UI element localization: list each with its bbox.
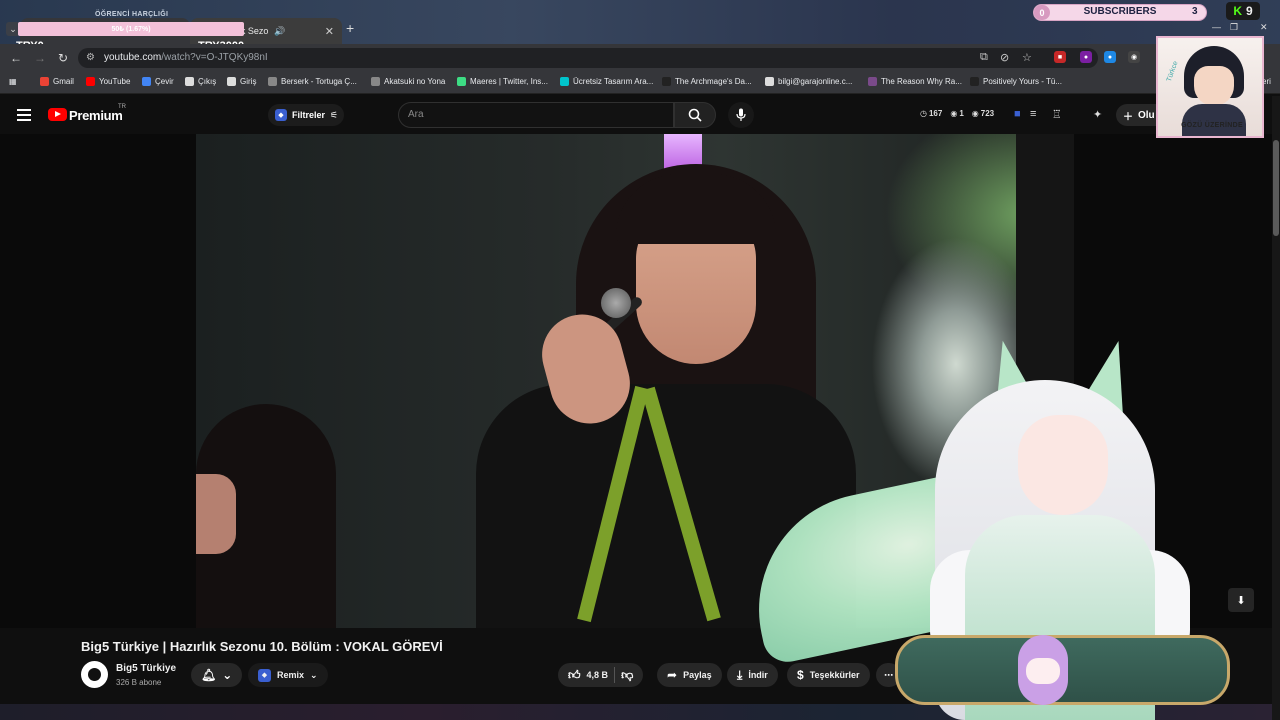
eye-icon: ◉ (950, 109, 958, 118)
extension-badge-icon: ◆ (258, 668, 271, 682)
bookmark-icon (970, 77, 979, 86)
like-count[interactable]: 4,8 B (587, 670, 609, 680)
youtube-logo-icon[interactable] (48, 108, 67, 121)
streamer-cam-overlay: Tūrkce GÖZÜ ÜZERİNDE (1156, 36, 1264, 138)
bookmark-icon (662, 77, 671, 86)
eye-icon: ◉ (971, 109, 979, 118)
apps-grid-icon[interactable]: ▦ (9, 77, 17, 86)
extension-icon[interactable]: ● (1080, 51, 1092, 63)
bookmark-archmage[interactable]: The Archmage's Da... (662, 77, 752, 86)
restore-icon[interactable]: ❐ (1230, 22, 1238, 33)
like-icon[interactable]: 👍︎ (568, 668, 581, 683)
cam-caption: GÖZÜ ÜZERİNDE (1181, 122, 1243, 129)
bookmark-icon (268, 77, 277, 86)
chevron-down-icon: ⌄ (222, 668, 233, 682)
eye-off-icon[interactable]: ⊘ (1000, 51, 1009, 64)
youtube-icon (86, 77, 95, 86)
forward-icon[interactable]: → (34, 51, 46, 65)
list-icon[interactable]: ≡ (1030, 108, 1036, 120)
extension-icon[interactable]: ◉ (1128, 51, 1140, 63)
bookmark-akatsuki[interactable]: Akatsuki no Yona (371, 77, 445, 86)
bookmark-reason-why[interactable]: The Reason Why Ra... (868, 77, 962, 86)
menu-icon[interactable] (17, 109, 31, 121)
bookmark-gmail[interactable]: Gmail (40, 77, 74, 86)
bookmark-icon (185, 77, 194, 86)
back-icon[interactable]: ← (10, 51, 22, 65)
search-button[interactable] (674, 102, 716, 128)
bookmark-youtube[interactable]: YouTube (86, 77, 130, 86)
filters-button[interactable]: ◆ Filtreler ⚟ (268, 104, 344, 126)
bookmark-maeres[interactable]: Maeres | Twitter, Ins... (457, 77, 548, 86)
cast-icon[interactable]: ⧉ (980, 51, 988, 64)
country-code: TR (118, 104, 126, 110)
channel-avatar[interactable] (81, 661, 108, 688)
bookmark-garajonline[interactable]: bilgi@garajonline.c... (765, 77, 852, 86)
cam-name: Tūrkce (1165, 60, 1180, 83)
minimize-icon[interactable]: — (1212, 22, 1221, 32)
translate-icon (142, 77, 151, 86)
plus-icon: ＋ (1123, 111, 1133, 123)
globe-icon (765, 77, 774, 86)
youtube-premium-logo[interactable]: Premium (69, 108, 123, 123)
share-icon: ➦ (667, 668, 678, 682)
donation-goal-label: ÖĞRENCİ HARÇLIĞI (95, 11, 169, 18)
scrollbar-thumb[interactable] (1273, 140, 1279, 236)
remix-button[interactable]: ◆ Remix ⌄ (248, 663, 328, 687)
channel-subscriber-count: 326 B abone (116, 678, 162, 687)
bookmark-star-icon[interactable]: ☆ (1022, 51, 1032, 64)
bookmark-positively-yours[interactable]: Positively Yours - Tü... (970, 77, 1062, 86)
bookmark-icon (371, 77, 380, 86)
notifications-button[interactable]: 🔔︎ ⌄ (191, 663, 243, 687)
bookmark-icon (868, 77, 877, 86)
bookmark-icon (457, 77, 466, 86)
new-tab-button[interactable]: + (346, 20, 354, 36)
kick-icon: K (1233, 4, 1242, 18)
bookmark-canva[interactable]: Ücretsiz Tasarım Ara... (560, 77, 653, 86)
kick-badge: K 9 (1226, 2, 1260, 20)
page-stats: ◷ 167 ◉ 1 ◉ 723 (920, 109, 995, 118)
download-icon: ⤓ (737, 667, 743, 682)
bookmark-cikis[interactable]: Çıkış (185, 77, 216, 86)
voice-search-button[interactable] (728, 102, 754, 128)
site-info-icon[interactable]: ⚙ (86, 52, 95, 63)
share-button[interactable]: ➦ Paylaş (657, 663, 722, 687)
subscribers-left-count: 0 (1034, 5, 1050, 20)
dislike-icon[interactable]: 👎︎ (621, 668, 633, 683)
chevron-down-icon: ⌄ (310, 669, 318, 680)
search-placeholder: Ara (408, 109, 424, 120)
url-text[interactable]: youtube.com/watch?v=O-JTQKy98nI (104, 52, 268, 63)
subscribers-right-count: 3 (1192, 6, 1198, 17)
channel-name[interactable]: Big5 Türkiye (116, 663, 176, 674)
vtuber-avatar (737, 335, 1240, 720)
extension-icon[interactable]: ■ (1014, 108, 1021, 120)
search-input[interactable] (398, 102, 674, 128)
microphone-icon (736, 108, 746, 121)
bookmark-icon (227, 77, 236, 86)
like-dislike-group: 👍︎ 4,8 B 👎︎ (558, 663, 644, 687)
extension-icon[interactable]: ● (1104, 51, 1116, 63)
bell-icon: 🔔︎ (201, 668, 217, 682)
extension-icon[interactable]: ■ (1054, 51, 1066, 63)
gmail-icon (40, 77, 49, 86)
window-close-icon[interactable]: ✕ (1260, 22, 1268, 33)
trophy-icon[interactable]: ♖ (1052, 108, 1062, 121)
bookmark-giris[interactable]: Giriş (227, 77, 256, 86)
subscribers-label: SUBSCRIBERS (1083, 6, 1157, 17)
reload-icon[interactable]: ↻ (58, 51, 68, 65)
search-icon (688, 108, 702, 122)
bookmark-berserk[interactable]: Berserk - Tortuga Ç... (268, 77, 357, 86)
extension-badge-icon: ◆ (275, 109, 287, 121)
video-title: Big5 Türkiye | Hazırlık Sezonu 10. Bölüm… (81, 639, 443, 654)
clock-icon: ◷ (920, 109, 927, 118)
donation-goal-progress: 50₺ (1.67%) (111, 26, 151, 33)
sliders-icon: ⚟ (330, 109, 339, 120)
bookmark-cevir[interactable]: Çevir (142, 77, 174, 86)
puzzle-icon[interactable]: ✦ (1093, 108, 1102, 121)
canva-icon (560, 77, 569, 86)
close-tab-icon[interactable]: ✕ (325, 25, 334, 38)
microphone-image (601, 288, 631, 318)
speaker-icon[interactable]: 🔊 (274, 26, 285, 37)
kick-count: 9 (1245, 4, 1253, 18)
